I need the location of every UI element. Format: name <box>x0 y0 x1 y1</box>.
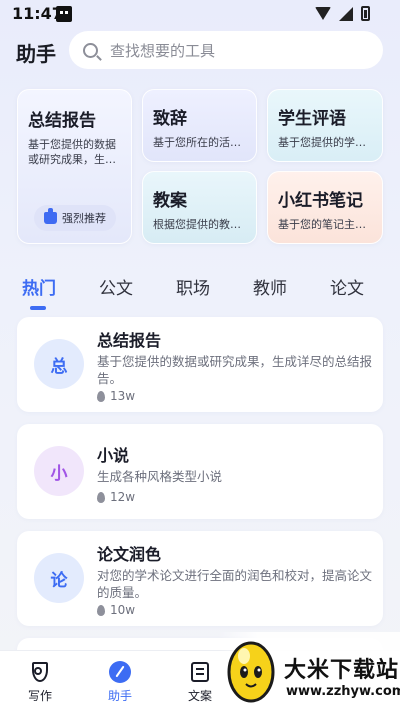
item-title: 小说 <box>97 446 130 465</box>
item-desc: 基于您提供的数据或研究成果，生成详尽的总结报告。 <box>97 354 373 386</box>
active-tab-indicator <box>30 306 46 310</box>
signal-icon <box>339 6 353 21</box>
item-desc: 生成各种风格类型小说 <box>97 469 223 484</box>
item-usage-count: 10w <box>110 603 136 617</box>
watermark-url: www.zzhyw.com <box>286 684 400 699</box>
tool-card-desc: 基于您提供的数据或研究成果，生成详尽的总结报告。 <box>28 138 116 166</box>
tool-card-speech[interactable]: 致辞 基于您所在的活动… <box>142 89 257 162</box>
mascot-logo <box>227 641 275 703</box>
item-avatar: 总 <box>34 339 84 389</box>
watermark-title: 大米下载站 <box>284 658 400 683</box>
nav-label: 助手 <box>107 689 132 703</box>
tool-card-title: 总结报告 <box>28 111 96 131</box>
tool-card-desc: 基于您提供的学生… <box>278 136 372 149</box>
item-avatar: 论 <box>34 553 84 603</box>
category-tabs: 热门 公文 职场 教师 论文 <box>0 270 400 310</box>
item-usage: 10w <box>97 603 135 617</box>
search-icon <box>83 42 98 58</box>
search-input[interactable]: 查找想要的工具 <box>69 31 383 69</box>
assistant-icon <box>109 661 131 683</box>
tool-card-title: 致辞 <box>153 109 187 129</box>
document-icon <box>191 662 209 682</box>
tab-workplace[interactable]: 职场 <box>176 274 210 299</box>
recommend-badge: 强烈推荐 <box>34 205 116 231</box>
tool-card-title: 学生评语 <box>278 109 346 129</box>
search-placeholder: 查找想要的工具 <box>110 41 216 60</box>
notification-icon <box>56 6 72 22</box>
tab-teacher[interactable]: 教师 <box>253 274 287 299</box>
fire-icon <box>97 491 105 503</box>
list-item[interactable]: 小 小说 生成各种风格类型小说 12w <box>17 424 383 519</box>
battery-icon <box>361 6 370 21</box>
item-usage: 13w <box>97 389 135 403</box>
thumbs-up-icon <box>44 208 57 224</box>
tool-card-student-comment[interactable]: 学生评语 基于您提供的学生… <box>267 89 383 162</box>
pen-icon <box>32 662 48 682</box>
tool-card-lesson-plan[interactable]: 教案 根据您提供的教训… <box>142 171 257 244</box>
tool-card-title: 教案 <box>153 191 187 211</box>
recommend-badge-label: 强烈推荐 <box>62 212 106 225</box>
tool-card-desc: 基于您的笔记主题… <box>278 218 372 231</box>
nav-label: 写作 <box>27 689 52 703</box>
list-item[interactable]: 论 论文润色 对您的学术论文进行全面的润色和校对，提高论文的质量。 10w <box>17 531 383 626</box>
item-title: 总结报告 <box>97 331 162 350</box>
item-usage: 12w <box>97 490 135 504</box>
status-bar: 11:47 <box>0 0 400 28</box>
page-title: 助手 <box>16 42 56 66</box>
status-icons <box>315 6 370 21</box>
tool-card-desc: 基于您所在的活动… <box>153 136 246 149</box>
tab-paper[interactable]: 论文 <box>330 274 364 299</box>
watermark: 大米下载站 www.zzhyw.com <box>218 632 400 711</box>
nav-label: 文案 <box>187 689 212 703</box>
wifi-icon <box>315 7 331 20</box>
list-item[interactable]: 总 总结报告 基于您提供的数据或研究成果，生成详尽的总结报告。 13w <box>17 317 383 412</box>
item-title: 论文润色 <box>97 545 162 564</box>
tab-hot[interactable]: 热门 <box>22 274 56 299</box>
fire-icon <box>97 604 105 616</box>
tab-official-docs[interactable]: 公文 <box>99 274 133 299</box>
nav-assistant[interactable]: 助手 <box>90 651 150 711</box>
fire-icon <box>97 390 105 402</box>
item-usage-count: 13w <box>110 389 136 403</box>
tool-card-desc: 根据您提供的教训… <box>153 218 246 231</box>
item-desc: 对您的学术论文进行全面的润色和校对，提高论文的质量。 <box>97 568 373 600</box>
item-avatar: 小 <box>34 446 84 496</box>
item-usage-count: 12w <box>110 490 136 504</box>
tool-card-xiaohongshu-note[interactable]: 小红书笔记 基于您的笔记主题… <box>267 171 383 244</box>
tool-card-summary-report[interactable]: 总结报告 基于您提供的数据或研究成果，生成详尽的总结报告。 强烈推荐 <box>17 89 132 244</box>
tool-card-title: 小红书笔记 <box>278 191 363 211</box>
nav-write[interactable]: 写作 <box>10 651 70 711</box>
